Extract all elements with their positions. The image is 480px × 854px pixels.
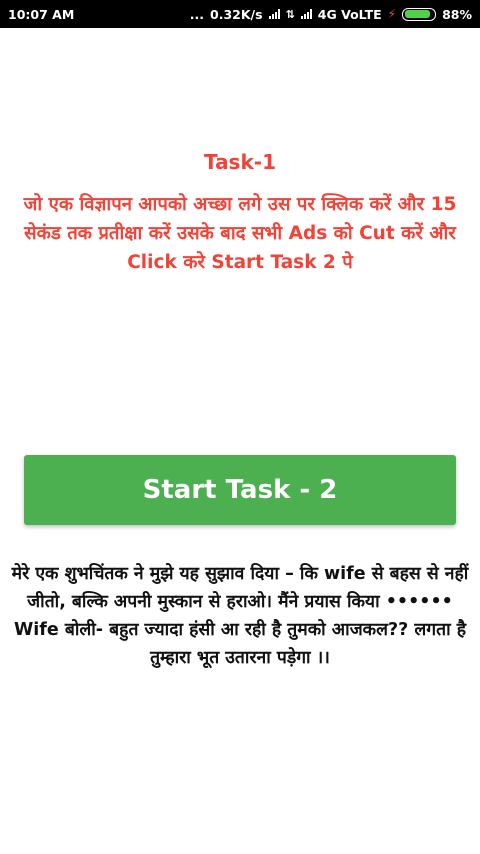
signal-icon-secondary [300, 9, 312, 19]
quote-text: मेरे एक शुभचिंतक ने मुझे यह सुझाव दिया –… [11, 564, 469, 668]
data-transfer-icon: ⇅ [285, 7, 295, 21]
signal-icon [268, 9, 280, 19]
task-description: जो एक विज्ञापन आपको अच्छा लगे उस पर क्लि… [23, 194, 457, 273]
battery-percent: 88% [442, 6, 472, 22]
network-speed: 0.32K/s [210, 6, 263, 22]
network-type: 4G VoLTE [317, 6, 382, 22]
task-instructions: Task-1 जो एक विज्ञापन आपको अच्छा लगे उस … [0, 148, 480, 277]
notification-dots: ... [189, 6, 205, 22]
start-task-2-button[interactable]: Start Task - 2 [24, 455, 456, 525]
status-bar: 10:07 AM ... 0.32K/s ⇅ 4G VoLTE ⚡ 88% [0, 0, 480, 28]
status-time: 10:07 AM [8, 6, 75, 22]
task-title: Task-1 [204, 150, 276, 174]
status-indicators: ... 0.32K/s ⇅ 4G VoLTE ⚡ 88% [190, 7, 472, 22]
charging-icon: ⚡ [387, 7, 397, 21]
battery-icon [402, 7, 437, 21]
